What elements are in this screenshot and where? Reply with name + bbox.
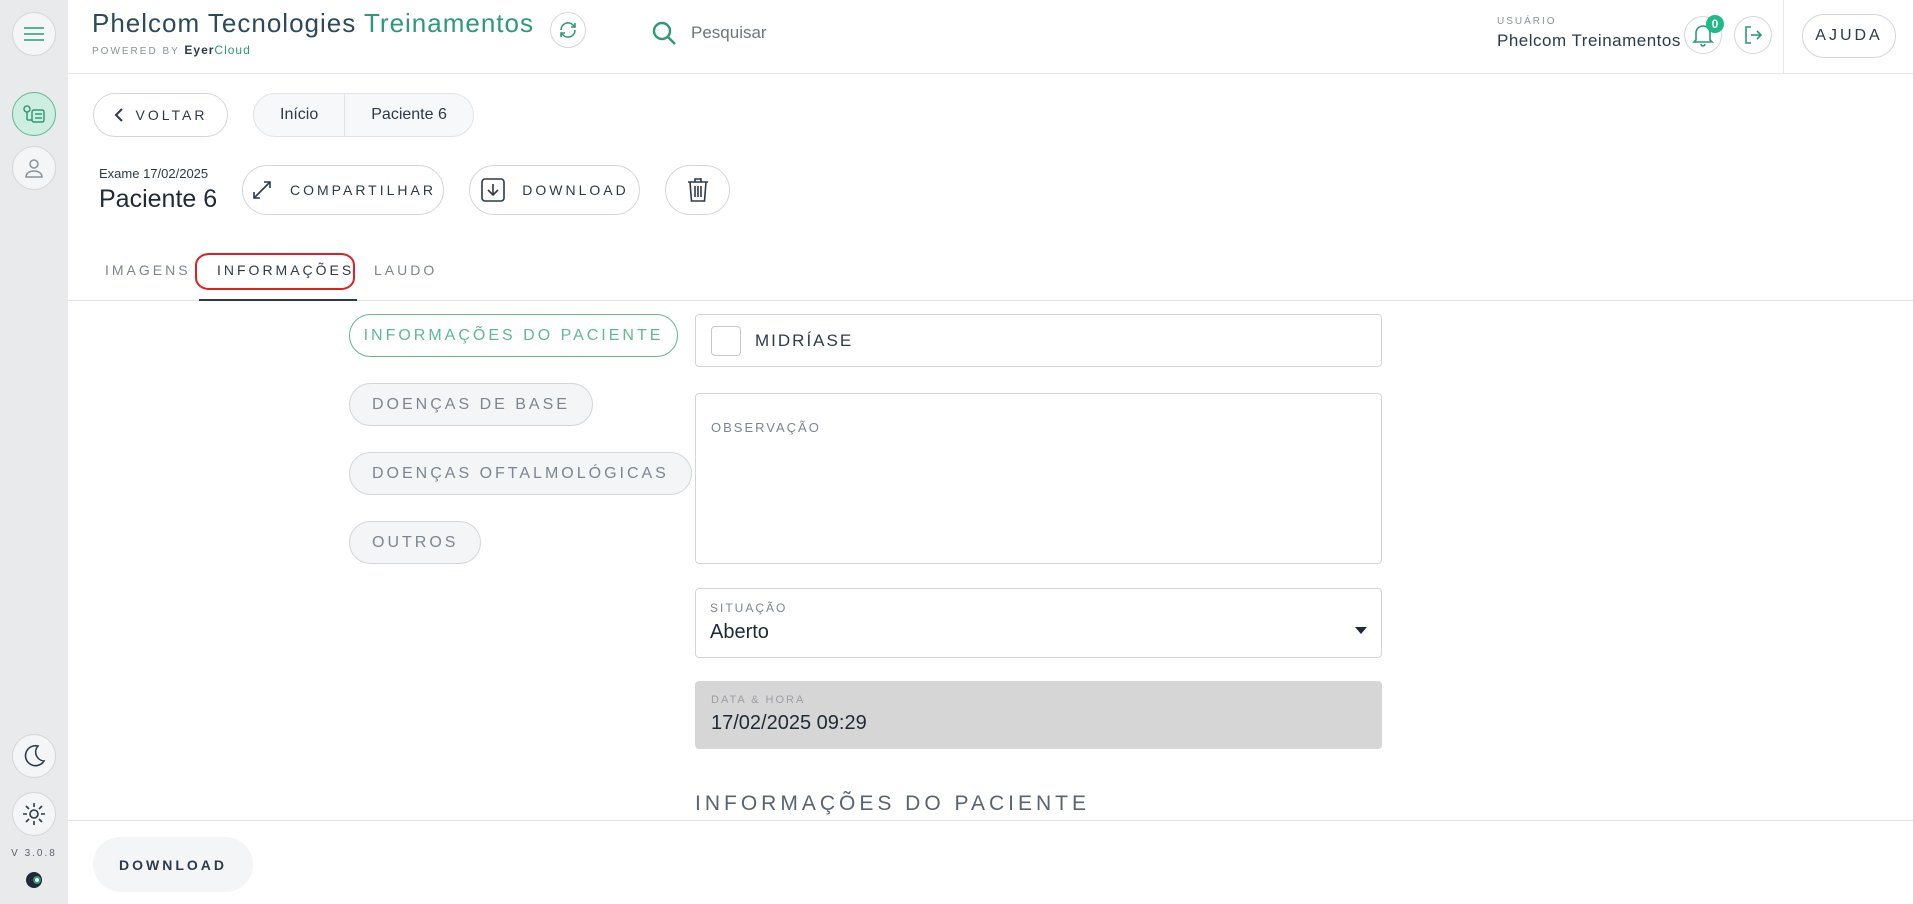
download-icon xyxy=(481,178,506,202)
menu-button[interactable] xyxy=(12,12,56,56)
section-info-paciente[interactable]: INFORMAÇÕES DO PACIENTE xyxy=(349,314,678,357)
data-hora-label: DATA & HORA xyxy=(711,694,806,706)
brand-tenant: Treinamentos xyxy=(364,8,534,38)
midriase-checkbox[interactable] xyxy=(711,325,741,356)
gear-icon xyxy=(23,803,45,825)
moon-icon xyxy=(24,744,46,767)
midriase-label: MIDRÍASE xyxy=(755,330,854,350)
section-outros[interactable]: OUTROS xyxy=(349,521,482,564)
tab-laudo[interactable]: LAUDO xyxy=(374,262,437,278)
app-version: V 3.0.8 xyxy=(11,848,57,859)
left-rail: V 3.0.8 xyxy=(0,0,68,904)
trash-icon xyxy=(687,178,708,202)
share-label: COMPARTILHAR xyxy=(290,182,436,198)
tab-informacoes[interactable]: INFORMAÇÕES xyxy=(217,262,354,278)
refresh-icon xyxy=(560,22,576,38)
help-button[interactable]: AJUDA xyxy=(1802,14,1896,58)
situacao-label: SITUAÇÃO xyxy=(710,601,788,615)
logout-icon xyxy=(1745,26,1763,44)
user-name: Phelcom Treinamentos xyxy=(1497,31,1681,50)
footer-download-button[interactable]: DOWNLOAD xyxy=(93,837,253,892)
section-heading: INFORMAÇÕES DO PACIENTE xyxy=(695,792,1090,815)
section-doencas-oftalmologicas[interactable]: DOENÇAS OFTALMOLÓGICAS xyxy=(349,452,692,495)
share-button[interactable]: COMPARTILHAR xyxy=(242,165,444,215)
midriase-field: MIDRÍASE xyxy=(695,314,1382,367)
rail-exams-button[interactable] xyxy=(12,92,56,136)
download-button[interactable]: DOWNLOAD xyxy=(469,165,640,215)
data-hora-value: 17/02/2025 09:29 xyxy=(711,712,867,734)
hamburger-icon xyxy=(24,27,44,41)
search-bar xyxy=(651,20,991,46)
sync-button[interactable] xyxy=(550,12,586,48)
rail-patients-button[interactable] xyxy=(12,146,56,190)
situacao-value: Aberto xyxy=(710,621,769,643)
data-hora-field: DATA & HORA 17/02/2025 09:29 xyxy=(695,681,1382,749)
back-label: VOLTAR xyxy=(135,107,208,123)
powered-by-label: POWERED BY xyxy=(92,46,180,57)
exam-date: Exame 17/02/2025 xyxy=(99,166,209,181)
powered-by: POWERED BY EyerCloud xyxy=(92,43,534,57)
user-label: USUÁRIO xyxy=(1497,16,1557,27)
user-info: USUÁRIO Phelcom Treinamentos xyxy=(1497,16,1681,51)
section-doencas-base[interactable]: DOENÇAS DE BASE xyxy=(349,383,593,426)
top-header: Phelcom Tecnologies Treinamentos POWERED… xyxy=(68,0,1913,74)
exams-list-icon xyxy=(23,105,45,123)
logout-button[interactable] xyxy=(1734,16,1772,54)
eyer-logo-icon xyxy=(26,872,42,888)
observacao-label: OBSERVAÇÃO xyxy=(711,420,821,435)
situacao-select[interactable]: SITUAÇÃO Aberto xyxy=(695,588,1382,658)
breadcrumb-home[interactable]: Início xyxy=(254,94,344,136)
brand-name: Phelcom Tecnologies xyxy=(92,8,357,38)
search-input[interactable] xyxy=(691,23,991,43)
powered-brand: Eyer xyxy=(184,43,215,57)
breadcrumb: Início Paciente 6 xyxy=(253,93,474,137)
app-title: Phelcom Tecnologies Treinamentos xyxy=(92,8,534,39)
search-icon[interactable] xyxy=(651,20,677,46)
page-title: Paciente 6 xyxy=(99,185,218,213)
settings-button[interactable] xyxy=(12,792,56,836)
back-button[interactable]: VOLTAR xyxy=(93,93,228,137)
share-arrows-icon xyxy=(253,181,271,199)
tab-imagens[interactable]: IMAGENS xyxy=(105,262,191,278)
active-tab-indicator xyxy=(199,299,357,301)
observacao-field[interactable]: OBSERVAÇÃO xyxy=(695,393,1382,564)
download-label: DOWNLOAD xyxy=(522,182,629,198)
notifications-badge: 0 xyxy=(1706,15,1724,33)
breadcrumb-patient[interactable]: Paciente 6 xyxy=(344,94,473,136)
user-icon xyxy=(25,159,43,178)
dark-mode-toggle[interactable] xyxy=(12,734,56,778)
delete-button[interactable] xyxy=(665,165,730,215)
chevron-left-icon xyxy=(114,108,123,122)
tab-bar: IMAGENS INFORMAÇÕES LAUDO xyxy=(68,254,1913,301)
footer-bar: DOWNLOAD xyxy=(68,820,1913,904)
brand: Phelcom Tecnologies Treinamentos POWERED… xyxy=(92,8,534,57)
caret-down-icon xyxy=(1355,627,1367,634)
powered-cloud: Cloud xyxy=(214,43,251,57)
header-divider xyxy=(1783,0,1784,74)
